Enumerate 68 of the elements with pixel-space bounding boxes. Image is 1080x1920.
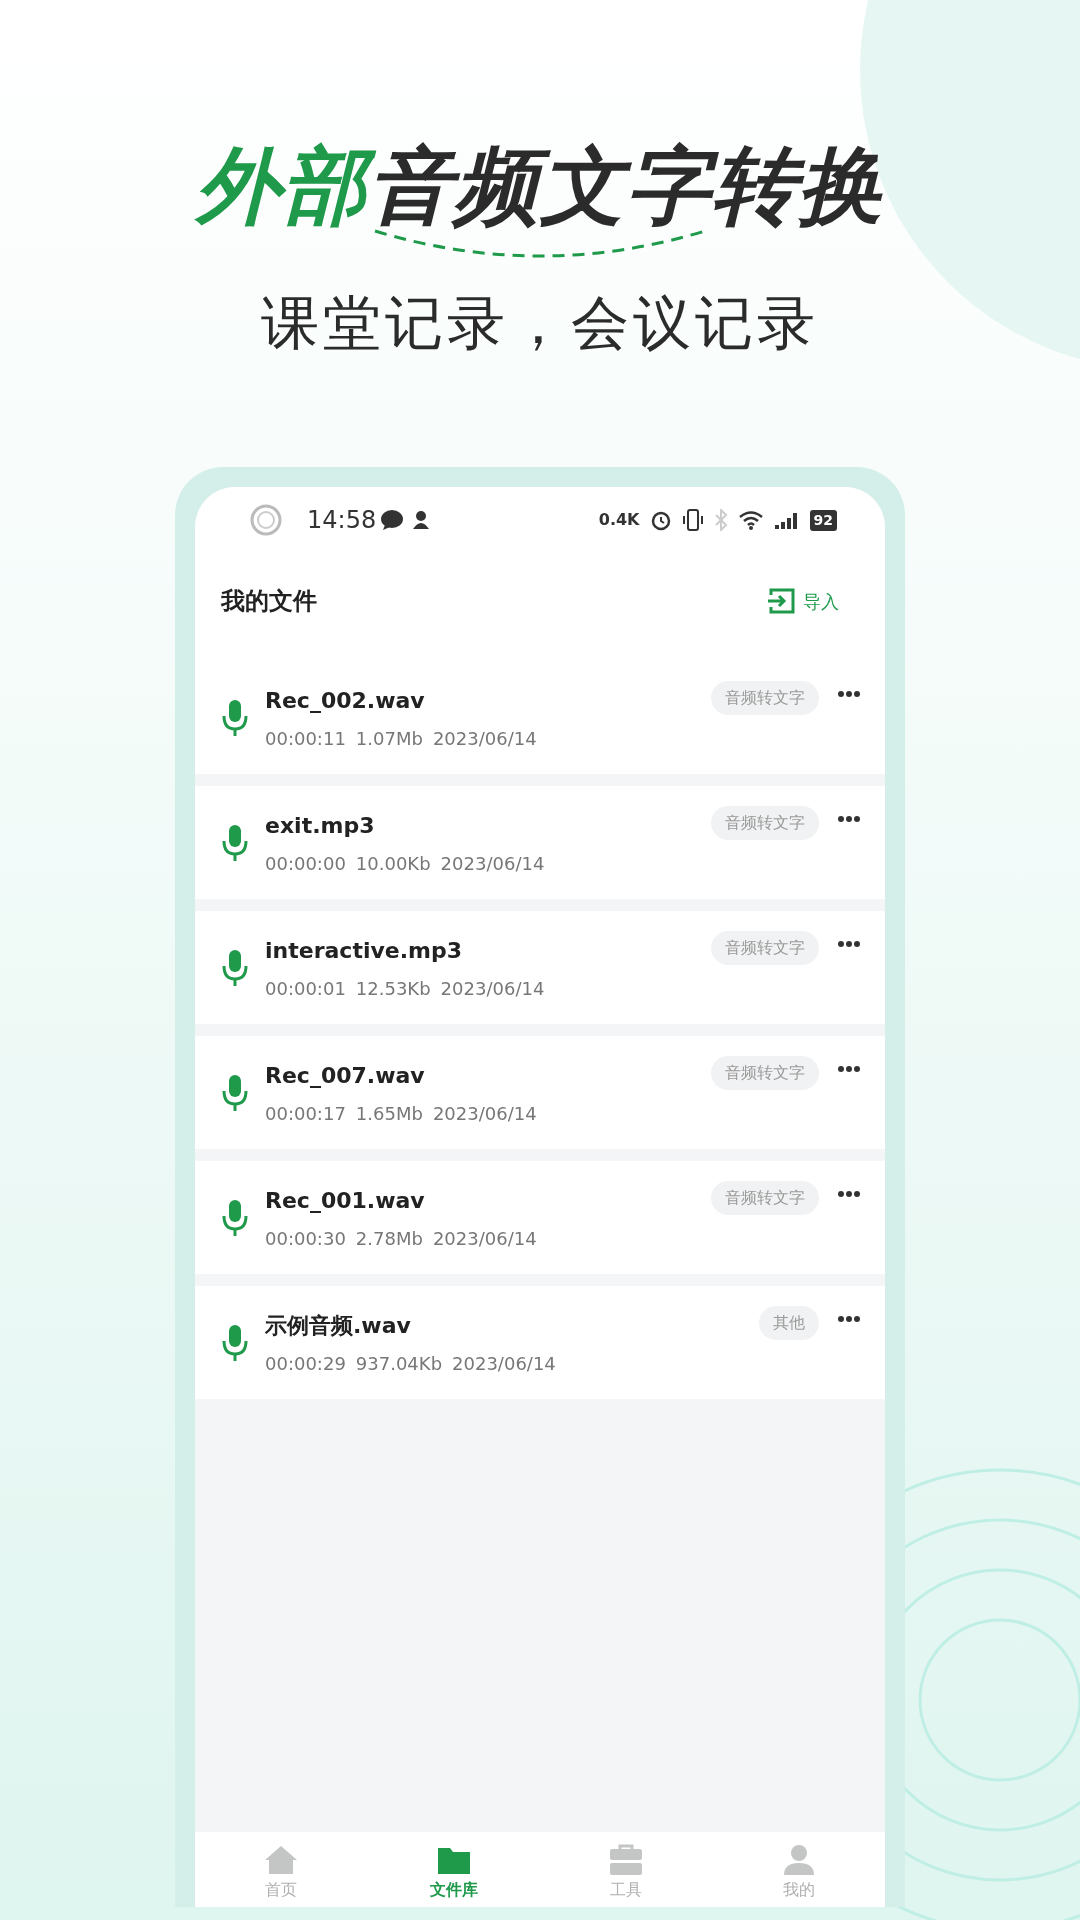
file-size: 10.00Kb xyxy=(355,851,431,876)
tag-button[interactable]: 音频转文字 xyxy=(711,1056,819,1091)
microphone-icon xyxy=(221,1197,249,1238)
file-row[interactable]: 示例音频.wav 00:00:29 937.04Kb 2023/06/14 其他 xyxy=(195,1286,885,1400)
microphone-icon xyxy=(221,1322,249,1363)
file-duration: 00:00:00 xyxy=(265,851,346,876)
file-name: Rec_002.wav xyxy=(265,686,426,715)
headline: 外部音频文字转换 xyxy=(193,140,885,233)
microphone-icon xyxy=(221,822,249,863)
file-name: Rec_007.wav xyxy=(265,1061,426,1090)
microphone-icon xyxy=(221,947,249,988)
tab-button[interactable]: 工具 xyxy=(540,1832,713,1908)
battery-level: 92 xyxy=(809,509,837,531)
alarm-icon xyxy=(649,509,672,532)
tab-button[interactable]: 我的 xyxy=(712,1832,885,1908)
wifi-icon xyxy=(737,510,764,531)
file-duration: 00:00:11 xyxy=(265,726,346,751)
microphone-icon xyxy=(221,697,249,738)
file-name: 示例音频.wav xyxy=(265,1311,412,1340)
vibrate-icon xyxy=(681,508,704,533)
file-date: 2023/06/14 xyxy=(432,726,537,751)
tag-button[interactable]: 音频转文字 xyxy=(711,1181,819,1216)
file-date: 2023/06/14 xyxy=(440,851,545,876)
file-date: 2023/06/14 xyxy=(440,976,545,1001)
file-name: exit.mp3 xyxy=(265,811,376,840)
file-row[interactable]: exit.mp3 00:00:00 10.00Kb 2023/06/14 音频转文字 xyxy=(195,786,885,900)
microphone-icon xyxy=(221,1072,249,1113)
file-name: interactive.mp3 xyxy=(265,936,464,965)
file-size: 12.53Kb xyxy=(355,976,431,1001)
chat-icon xyxy=(380,509,405,532)
file-row[interactable]: interactive.mp3 00:00:01 12.53Kb 2023/06/14 音频转文字 xyxy=(195,911,885,1025)
file-duration: 00:00:17 xyxy=(265,1101,346,1126)
circle-icon xyxy=(249,503,283,538)
file-name: Rec_001.wav xyxy=(265,1186,426,1215)
more-icon xyxy=(837,689,861,698)
file-size: 937.04Kb xyxy=(355,1351,443,1376)
import-button[interactable]: 导入 xyxy=(767,587,839,616)
page-title: 我的文件 xyxy=(221,586,317,618)
tab-button[interactable]: 文件库 xyxy=(367,1832,540,1908)
more-icon xyxy=(837,1064,861,1073)
bluetooth-icon xyxy=(713,509,728,532)
signal-icon xyxy=(773,510,800,531)
tab-button[interactable]: 首页 xyxy=(195,1832,368,1908)
tag-button[interactable]: 音频转文字 xyxy=(711,681,819,716)
file-size: 1.07Mb xyxy=(355,726,423,751)
tag-button[interactable]: 音频转文字 xyxy=(711,931,819,966)
file-date: 2023/06/14 xyxy=(452,1351,556,1376)
file-duration: 00:00:30 xyxy=(265,1226,346,1251)
file-size: 1.65Mb xyxy=(355,1101,423,1126)
status-time: 14:58 xyxy=(307,505,377,537)
file-row[interactable]: Rec_002.wav 00:00:11 1.07Mb 2023/06/14 音频转文字 xyxy=(195,661,885,775)
file-size: 2.78Mb xyxy=(355,1226,423,1251)
tag-button[interactable]: 音频转文字 xyxy=(711,806,819,841)
file-date: 2023/06/14 xyxy=(432,1226,537,1251)
file-row[interactable]: Rec_007.wav 00:00:17 1.65Mb 2023/06/14 音频转文字 xyxy=(195,1036,885,1150)
more-icon xyxy=(837,814,861,823)
file-date: 2023/06/14 xyxy=(432,1101,537,1126)
file-duration: 00:00:01 xyxy=(265,976,346,1001)
subtitle: 课堂记录，会议记录 xyxy=(260,288,820,360)
tag-button[interactable]: 其他 xyxy=(759,1306,819,1341)
toolbox-icon xyxy=(608,1844,645,1877)
file-row[interactable]: Rec_001.wav 00:00:30 2.78Mb 2023/06/14 音频转文字 xyxy=(195,1161,885,1275)
file-duration: 00:00:29 xyxy=(265,1351,346,1376)
more-icon xyxy=(837,1314,861,1323)
more-icon xyxy=(837,939,861,948)
more-icon xyxy=(837,1189,861,1198)
network-speed: 0.4K xyxy=(598,509,640,532)
import-icon xyxy=(767,587,797,616)
